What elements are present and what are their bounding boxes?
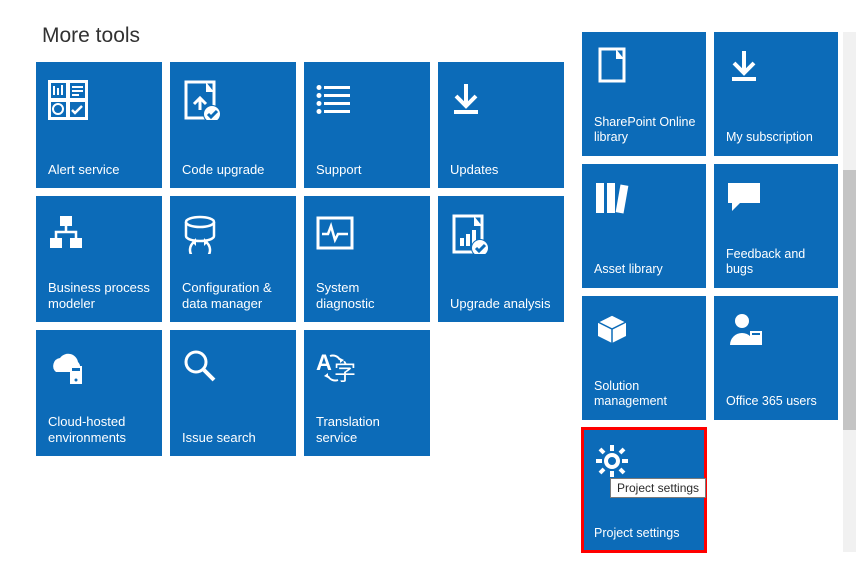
tile-solution[interactable]: Solution management	[582, 296, 706, 420]
sharepoint-doc-icon	[594, 42, 694, 92]
tile-label: Configuration & data manager	[182, 280, 286, 313]
alert-service-icon	[48, 72, 150, 128]
tooltip: Project settings	[610, 478, 706, 498]
tile-feedback[interactable]: Feedback and bugs	[714, 164, 838, 288]
vertical-scrollbar[interactable]	[843, 32, 856, 552]
tile-subscription[interactable]: My subscription	[714, 32, 838, 156]
tile-label: Updates	[450, 162, 554, 178]
tile-label: System diagnostic	[316, 280, 420, 313]
tile-label: Upgrade analysis	[450, 296, 554, 312]
tile-issue-search[interactable]: Issue search	[170, 330, 296, 456]
tile-label: Business process modeler	[48, 280, 152, 313]
asset-library-icon	[594, 174, 694, 224]
more-tools-panel: Alert service Code upgrade Support Updates B…	[36, 62, 566, 456]
tile-label: Alert service	[48, 162, 152, 178]
solution-icon	[594, 306, 694, 356]
support-icon	[316, 72, 418, 128]
tile-sys-diag[interactable]: System diagnostic	[304, 196, 430, 322]
tile-label: Asset library	[594, 262, 696, 278]
tile-label: Issue search	[182, 430, 286, 446]
scroll-thumb[interactable]	[843, 170, 856, 430]
tile-label: Translation service	[316, 414, 420, 447]
tile-bpm[interactable]: Business process modeler	[36, 196, 162, 322]
tile-label: SharePoint Online library	[594, 115, 696, 146]
tile-alert-service[interactable]: Alert service	[36, 62, 162, 188]
issue-search-icon	[182, 340, 284, 396]
tile-label: Office 365 users	[726, 394, 828, 410]
config-data-icon	[182, 206, 284, 262]
feedback-icon	[726, 174, 826, 224]
page-title: More tools	[42, 24, 140, 48]
code-upgrade-icon	[182, 72, 284, 128]
sys-diag-icon	[316, 206, 418, 262]
tile-asset-library[interactable]: Asset library	[582, 164, 706, 288]
tile-upgrade-analysis[interactable]: Upgrade analysis	[438, 196, 564, 322]
subscription-icon	[726, 42, 826, 92]
tile-label: Project settings	[594, 526, 696, 542]
tile-label: My subscription	[726, 130, 828, 146]
tile-config-data[interactable]: Configuration & data manager	[170, 196, 296, 322]
tile-label: Support	[316, 162, 420, 178]
tile-sharepoint-doc[interactable]: SharePoint Online library	[582, 32, 706, 156]
upgrade-analysis-icon	[450, 206, 552, 262]
tile-translation[interactable]: Translation service	[304, 330, 430, 456]
tile-o365-users[interactable]: Office 365 users	[714, 296, 838, 420]
tile-code-upgrade[interactable]: Code upgrade	[170, 62, 296, 188]
tile-support[interactable]: Support	[304, 62, 430, 188]
tile-label: Cloud-hosted environments	[48, 414, 152, 447]
bpm-icon	[48, 206, 150, 262]
side-tools-panel: SharePoint Online library My subscription…	[582, 32, 840, 552]
o365-users-icon	[726, 306, 826, 356]
tile-label: Solution management	[594, 379, 696, 410]
tile-cloud-env[interactable]: Cloud-hosted environments	[36, 330, 162, 456]
tile-settings[interactable]: Project settings Project settings	[582, 428, 706, 552]
translation-icon	[316, 340, 418, 396]
cloud-env-icon	[48, 340, 150, 396]
tile-label: Feedback and bugs	[726, 247, 828, 278]
updates-icon	[450, 72, 552, 128]
tile-label: Code upgrade	[182, 162, 286, 178]
tile-updates[interactable]: Updates	[438, 62, 564, 188]
